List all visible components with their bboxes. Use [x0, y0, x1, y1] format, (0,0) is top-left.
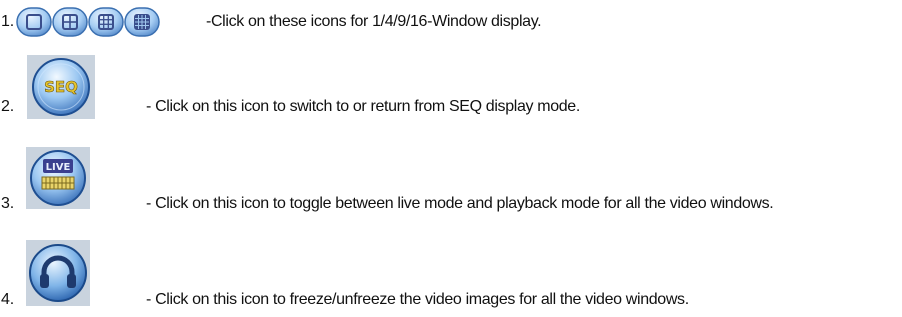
item-number: 2.	[1, 98, 14, 115]
item-description: -Click on these icons for 1/4/9/16-Windo…	[206, 13, 542, 30]
headphones-icon[interactable]	[26, 240, 90, 306]
nine-window-icon[interactable]	[88, 7, 124, 37]
instruction-item-3: 3. LIVE - Click on this icon to toggle b…	[0, 147, 902, 217]
item-description: - Click on this icon to toggle between l…	[146, 195, 774, 212]
item-description: - Click on this icon to switch to or ret…	[146, 98, 580, 115]
instruction-item-4: 4. - Click on this icon to freeze/unfree…	[0, 240, 902, 317]
single-window-icon[interactable]	[16, 7, 52, 37]
instruction-item-1: 1. -Click on these icons for 1/4/9/16-Wi…	[0, 0, 902, 50]
svg-text:SEQ: SEQ	[44, 78, 78, 96]
item-number: 4.	[1, 291, 14, 308]
quad-window-icon[interactable]	[52, 7, 88, 37]
item-number: 1.	[1, 13, 14, 30]
svg-text:LIVE: LIVE	[46, 162, 71, 173]
live-icon[interactable]: LIVE	[26, 147, 90, 209]
item-description: - Click on this icon to freeze/unfreeze …	[146, 291, 689, 308]
item-number: 3.	[1, 195, 14, 212]
seq-icon[interactable]: SEQ	[27, 55, 95, 119]
instruction-item-2: 2. SEQ - Click on this icon to switch to…	[0, 55, 902, 119]
sixteen-window-icon[interactable]	[124, 7, 160, 37]
